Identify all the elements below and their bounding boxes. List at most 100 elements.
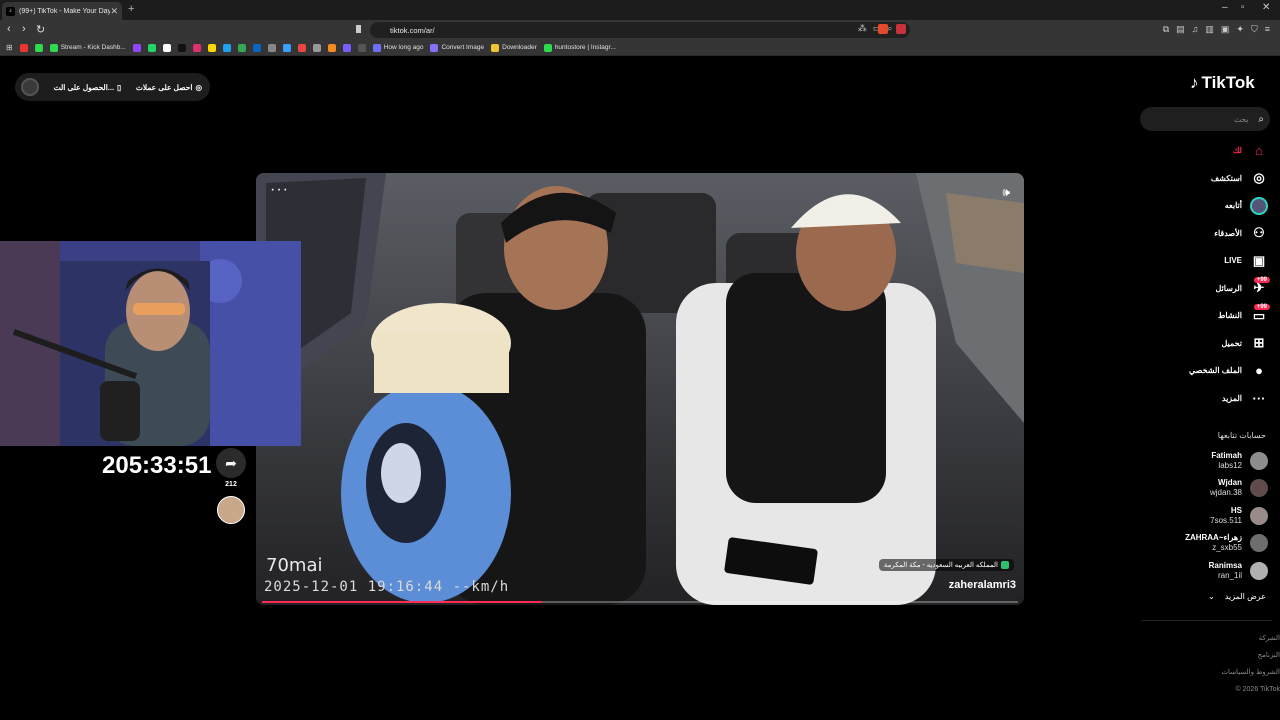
- sidebar-item-10[interactable]: المزيد ···: [1128, 385, 1268, 413]
- account-name: HS: [1230, 505, 1242, 515]
- video-player[interactable]: ··· 🕪 70mai 2025-12-01 19:16:44 --km/h ا…: [256, 173, 1024, 605]
- get-coins-button[interactable]: احصل على عملات ◎: [136, 83, 202, 92]
- search-placeholder: بحث: [1234, 114, 1249, 124]
- see-more-button[interactable]: ⌄ عرض المزيد: [1208, 592, 1266, 601]
- bookmark-item[interactable]: Stream - Kick Dashb...: [49, 43, 126, 52]
- following-account[interactable]: Ranimsa ran_1il: [1158, 557, 1268, 585]
- bookmark-item[interactable]: [177, 43, 186, 52]
- video-progress-bar[interactable]: [262, 601, 1018, 603]
- avatar[interactable]: [21, 78, 39, 96]
- restore-icon[interactable]: ▫: [1241, 2, 1245, 13]
- sidebar-item-8[interactable]: تحميل ⊞: [1128, 330, 1268, 358]
- bookmark-item[interactable]: [342, 43, 351, 52]
- minimize-icon[interactable]: –: [1222, 2, 1228, 13]
- get-app-button[interactable]: الحصول على الت... ▯: [54, 83, 122, 92]
- account-name: Fatimah: [1211, 450, 1242, 460]
- sidebar-item-2[interactable]: استكشف ◎: [1128, 165, 1268, 193]
- bookmark-flag-icon[interactable]: [356, 25, 361, 33]
- forward-icon[interactable]: ›: [22, 23, 26, 35]
- footer-link[interactable]: © 2026 TikTok: [1221, 681, 1280, 698]
- following-account[interactable]: HS 7sos.511: [1158, 502, 1268, 530]
- sidebar-item-3[interactable]: أتابعه: [1128, 192, 1268, 220]
- bookmark-item[interactable]: [267, 43, 276, 52]
- leo-icon[interactable]: ✦: [1236, 24, 1244, 35]
- bookmark-item[interactable]: [34, 43, 43, 52]
- sidebar-item-5[interactable]: LIVE ▣: [1128, 247, 1268, 275]
- account-text: Ranimsa ran_1il: [1209, 561, 1242, 581]
- address-bar[interactable]: tiktok.com/ar/ ⁂ ▭ ⌕ ⇪: [370, 22, 910, 38]
- translate-icon[interactable]: ⁂: [858, 23, 867, 34]
- share-button[interactable]: ➦: [216, 448, 246, 478]
- footer-link[interactable]: الشروط والسياسات: [1221, 664, 1280, 681]
- sidebar-item-6[interactable]: الرسائل ✈ +99: [1128, 275, 1270, 303]
- bookmark-item[interactable]: [222, 43, 231, 52]
- bookmark-item[interactable]: How long ago: [372, 43, 423, 52]
- wallet-icon[interactable]: ▣: [1221, 24, 1230, 35]
- avatar[interactable]: [1250, 479, 1268, 498]
- extension-icon[interactable]: [896, 24, 906, 34]
- live-icon: ▣: [1252, 252, 1266, 268]
- back-icon[interactable]: ‹: [7, 23, 11, 35]
- bookmark-item[interactable]: [282, 43, 291, 52]
- music-icon[interactable]: ♫: [1192, 24, 1199, 35]
- chevron-down-icon: ⌄: [1208, 592, 1215, 601]
- browser-toolbar: ‹ › ↻ tiktok.com/ar/ ⁂ ▭ ⌕ ⇪: [0, 20, 1280, 40]
- following-account[interactable]: Fatimah labs12: [1158, 447, 1268, 475]
- brave-shield-icon[interactable]: [878, 24, 888, 34]
- new-tab-icon[interactable]: +: [128, 3, 134, 15]
- avatar[interactable]: [1250, 534, 1268, 553]
- sidebar-item-7[interactable]: النشاط ▭ +99: [1128, 302, 1270, 330]
- account-handle: wjdan.38: [1209, 488, 1242, 498]
- footer-link[interactable]: البرنامج: [1221, 647, 1280, 664]
- bookmark-item[interactable]: Convert Image: [430, 43, 484, 52]
- menu-icon[interactable]: ≡: [1265, 24, 1270, 35]
- puzzle-icon[interactable]: ⧉: [1163, 24, 1169, 35]
- reload-icon[interactable]: ↻: [36, 23, 45, 36]
- following-account[interactable]: Wjdan wjdan.38: [1158, 475, 1268, 503]
- bookmark-item[interactable]: [147, 43, 156, 52]
- avatar[interactable]: [1250, 451, 1268, 470]
- following-account[interactable]: ZAHRAA~زهراء z_sxb55: [1158, 530, 1268, 558]
- bookmark-favicon-icon: [282, 43, 291, 52]
- search-input[interactable]: بحث ⌕: [1140, 107, 1270, 131]
- more-options-icon[interactable]: ···: [270, 181, 289, 199]
- sidebar-item-1[interactable]: لك ⌂: [1128, 137, 1268, 165]
- account-name: Wjdan: [1218, 478, 1242, 488]
- bookmark-item[interactable]: [327, 43, 336, 52]
- creator-avatar[interactable]: [217, 496, 245, 524]
- search-icon[interactable]: ⌕: [1258, 114, 1264, 125]
- following-list: Fatimah labs12 Wjdan wjdan.38 HS 7sos.511 ZAHR…: [1158, 447, 1268, 585]
- zoom-icon[interactable]: ⌕: [887, 23, 892, 34]
- browser-tab-tiktok[interactable]: ♪ (99+) TikTok - Make Your Day ✕: [2, 2, 122, 20]
- window-close-icon[interactable]: ✕: [1262, 2, 1270, 13]
- close-tab-icon[interactable]: ✕: [110, 6, 118, 17]
- sidebar-item-4[interactable]: الأصدقاء ⚇: [1128, 220, 1268, 248]
- footer-link[interactable]: الشركة: [1221, 630, 1280, 647]
- bookmark-favicon-icon: [267, 43, 276, 52]
- bookmark-item[interactable]: [192, 43, 201, 52]
- bookmark-item[interactable]: [357, 43, 366, 52]
- split-view-icon[interactable]: ▥: [1205, 24, 1214, 35]
- bookmark-item[interactable]: [132, 43, 141, 52]
- avatar[interactable]: [1250, 561, 1268, 580]
- bookmark-item[interactable]: huntostore | Instagr...: [543, 43, 616, 52]
- apps-grid-icon[interactable]: ⊞: [6, 43, 13, 52]
- bookmark-item[interactable]: [252, 43, 261, 52]
- avatar[interactable]: [1250, 506, 1268, 525]
- sidebar-item-label: تحميل: [1221, 338, 1243, 348]
- location-text: المملكه العربيه السعوديه - مكة المكرمة: [883, 562, 998, 569]
- bookmark-item[interactable]: Downloader: [491, 43, 537, 52]
- bookmark-item[interactable]: [237, 43, 246, 52]
- video-author[interactable]: zaheralamri3: [949, 579, 1016, 591]
- tiktok-logo[interactable]: ♪ TikTok: [1190, 73, 1255, 93]
- volume-icon[interactable]: 🕪: [1002, 185, 1010, 200]
- bookmark-item[interactable]: [162, 43, 171, 52]
- bookmark-item[interactable]: [312, 43, 321, 52]
- sidebar-toggle-icon[interactable]: ▤: [1176, 24, 1185, 35]
- vpn-icon[interactable]: ⛉: [1251, 24, 1258, 35]
- bookmark-item[interactable]: [19, 43, 28, 52]
- sidebar-item-9[interactable]: الملف الشخصي ●: [1128, 357, 1268, 385]
- location-badge[interactable]: المملكه العربيه السعوديه - مكة المكرمة: [878, 559, 1014, 571]
- bookmark-item[interactable]: [297, 43, 306, 52]
- bookmark-item[interactable]: [207, 43, 216, 52]
